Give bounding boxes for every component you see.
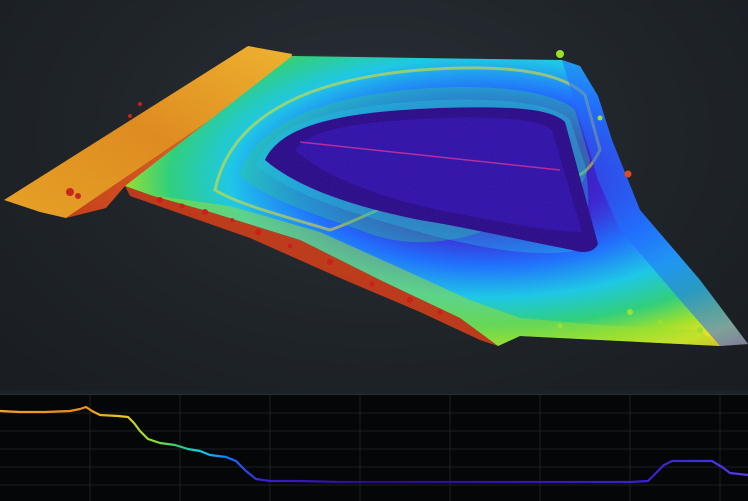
3d-viewport[interactable] (0, 0, 748, 390)
elevation-profile-chart[interactable] (0, 395, 748, 501)
terrain-texture (4, 46, 748, 346)
profile-line (0, 405, 748, 484)
terrain-model[interactable] (0, 0, 748, 390)
profile-grid (0, 395, 748, 501)
elevation-profile-panel[interactable] (0, 394, 748, 501)
